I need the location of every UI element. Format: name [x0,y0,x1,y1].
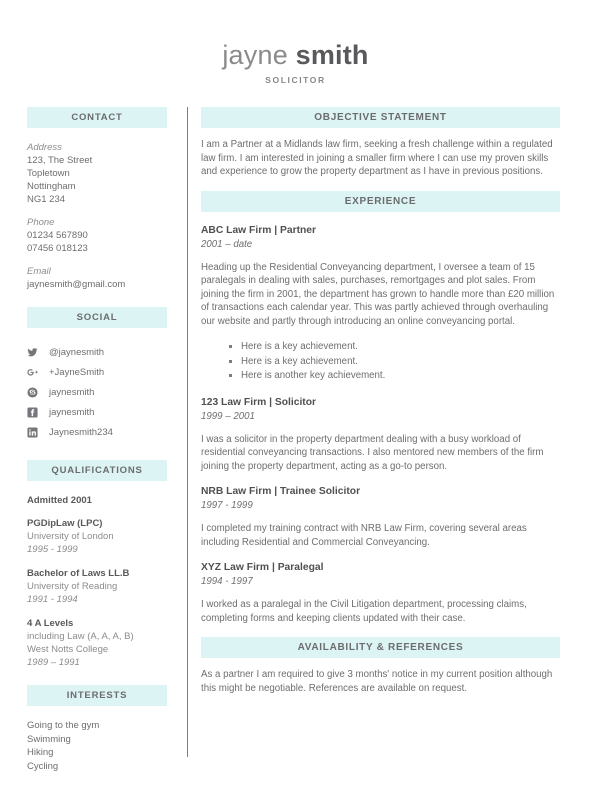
address-line: Topletown [27,168,70,179]
first-name: jayne [222,40,288,70]
job-title: XYZ Law Firm | Paralegal [201,562,324,573]
job-title: ABC Law Firm | Partner [201,224,317,236]
phone-line: 01234 567890 [27,230,88,241]
skype-icon [27,386,49,398]
social-item-linkedin[interactable]: Jaynesmith234 [27,422,167,442]
social-handle: +JayneSmith [49,366,105,378]
qualification-institution-secondary: West Notts College [27,644,109,655]
phone-line: 07456 018123 [27,243,88,254]
qualification-dates: 1995 - 1999 [27,544,78,555]
qualification-institution: University of Reading [27,581,118,592]
cv-header: jayne smith SOLICITOR [0,0,591,85]
candidate-job-title: SOLICITOR [265,75,326,85]
job-dates: 1997 - 1999 [201,500,253,511]
job-description: Heading up the Residential Conveyancing … [201,261,555,327]
social-item-skype[interactable]: jaynesmith [27,382,167,402]
social-handle: jaynesmith [49,386,95,398]
twitter-icon [27,347,49,358]
job-title: NRB Law Firm | Trainee Solicitor [201,486,361,497]
address-label: Address [27,142,62,153]
job-title: 123 Law Firm | Solicitor [201,396,317,408]
contact-block: Address 123, The Street Topletown Nottin… [27,141,167,291]
job-achievements: Here is a key achievement. Here is a key… [201,340,560,384]
section-header-experience: EXPERIENCE [201,190,560,212]
social-handle: Jaynesmith234 [49,426,113,438]
section-header-social: SOCIAL [27,307,167,328]
social-handle: jaynesmith [49,406,95,418]
job-dates: 2001 – date [201,238,253,250]
experience-item: 123 Law Firm | Solicitor 1999 – 2001 I w… [201,396,560,474]
email-value[interactable]: jaynesmith@gmail.com [27,278,167,291]
social-item-facebook[interactable]: jaynesmith [27,402,167,422]
job-dates: 1994 - 1997 [201,576,253,587]
job-dates: 1999 – 2001 [201,410,255,422]
qualification-item: PGDipLaw (LPC) University of London 1995… [27,517,167,556]
social-item-google-plus[interactable]: +JayneSmith [27,362,167,382]
objective-body: I am a Partner at a Midlands law firm, s… [201,139,553,177]
experience-item: ABC Law Firm | Partner 2001 – date Headi… [201,224,560,384]
qualification-dates: 1989 – 1991 [27,657,80,668]
experience-item: XYZ Law Firm | Paralegal 1994 - 1997 I w… [201,561,560,625]
interests-block: Going to the gym Swimming Hiking Cycling [27,719,167,773]
linkedin-icon [27,426,49,438]
google-plus-icon [27,367,49,378]
job-description: I was a solicitor in the property depart… [201,433,544,472]
achievement-item: Here is a key achievement. [229,340,560,355]
section-header-availability: AVAILABILITY & REFERENCES [201,637,560,658]
social-item-twitter[interactable]: @jaynesmith [27,342,167,362]
achievement-item: Here is a key achievement. [229,355,560,370]
interest-item: Hiking [27,747,54,758]
social-handle: @jaynesmith [49,346,105,358]
interest-item: Going to the gym [27,720,100,731]
section-header-interests: INTERESTS [27,685,167,706]
cv-sidebar: CONTACT Address 123, The Street Topletow… [27,107,167,789]
facebook-icon [27,406,49,418]
qualification-title: Bachelor of Laws LL.B [27,568,130,579]
email-label: Email [27,266,51,277]
achievement-item: Here is another key achievement. [229,369,560,384]
phone-label: Phone [27,217,55,228]
cv-page: jayne smith SOLICITOR CONTACT Address 12… [0,0,591,801]
address-line: NG1 234 [27,194,66,205]
job-description: I worked as a paralegal in the Civil Lit… [201,599,527,624]
interest-item: Cycling [27,760,59,772]
qualification-title: 4 A Levels [27,618,74,629]
qualification-title: PGDipLaw (LPC) [27,518,103,529]
section-header-contact: CONTACT [27,107,167,128]
address-line: Nottingham [27,181,76,192]
address-line: 123, The Street [27,155,93,166]
availability-body: As a partner I am required to give 3 mon… [201,669,553,694]
last-name: smith [295,40,369,70]
interest-item: Swimming [27,733,71,745]
qualification-institution: University of London [27,531,114,542]
cv-columns: CONTACT Address 123, The Street Topletow… [0,107,591,789]
qualification-dates: 1991 - 1994 [27,594,78,605]
candidate-name: jayne smith [0,40,591,70]
qualification-institution: including Law (A, A, A, B) [27,631,134,642]
column-divider [187,107,188,757]
experience-item: NRB Law Firm | Trainee Solicitor 1997 - … [201,485,560,549]
qualification-item: Bachelor of Laws LL.B University of Read… [27,567,167,606]
section-header-qualifications: QUALIFICATIONS [27,460,167,481]
cv-main: OBJECTIVE STATEMENT I am a Partner at a … [201,107,560,707]
section-header-objective: OBJECTIVE STATEMENT [201,107,560,128]
qualifications-block: Admitted 2001 PGDipLaw (LPC) University … [27,494,167,669]
admitted-year: Admitted 2001 [27,495,92,506]
qualification-item: 4 A Levels including Law (A, A, A, B) We… [27,617,167,669]
social-list: @jaynesmith +JayneSmith jaynesmith jayne… [27,342,167,442]
job-description: I completed my training contract with NR… [201,523,527,548]
